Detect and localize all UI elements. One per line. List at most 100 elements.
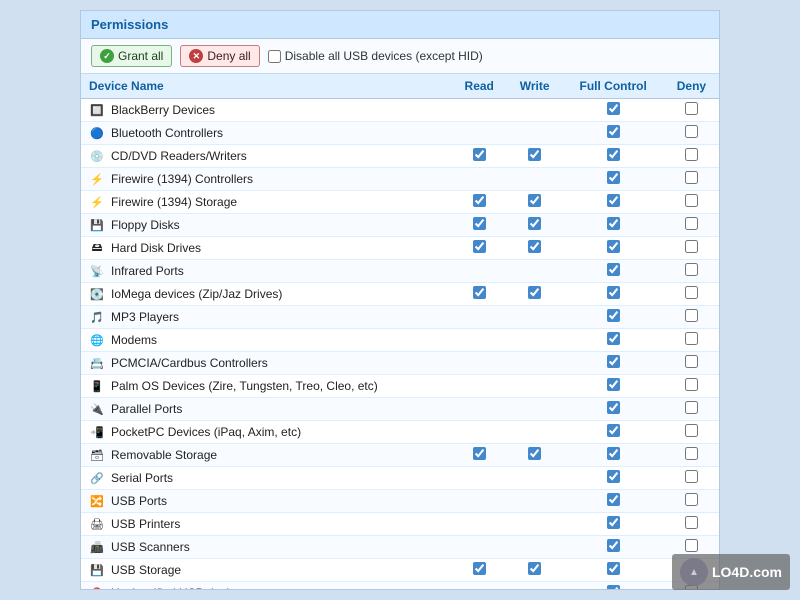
read-cell: [452, 467, 507, 490]
deny-checkbox[interactable]: [685, 171, 698, 184]
full-control-checkbox[interactable]: [607, 286, 620, 299]
device-name-cell: 🔲BlackBerry Devices: [81, 99, 452, 122]
full-control-checkbox[interactable]: [607, 585, 620, 590]
read-checkbox[interactable]: [473, 217, 486, 230]
read-cell: [452, 329, 507, 352]
full-control-cell: [562, 352, 663, 375]
device-icon: ⚡: [89, 171, 105, 187]
full-control-checkbox[interactable]: [607, 355, 620, 368]
deny-checkbox[interactable]: [685, 148, 698, 161]
disable-usb-checkbox[interactable]: [268, 50, 281, 63]
deny-checkbox[interactable]: [685, 355, 698, 368]
read-cell: [452, 421, 507, 444]
deny-checkbox[interactable]: [685, 447, 698, 460]
full-control-checkbox[interactable]: [607, 240, 620, 253]
device-name-cell: 🖴Hard Disk Drives: [81, 237, 452, 260]
deny-checkbox[interactable]: [685, 125, 698, 138]
table-row: 🔗Serial Ports: [81, 467, 719, 490]
full-control-checkbox[interactable]: [607, 516, 620, 529]
full-control-checkbox[interactable]: [607, 447, 620, 460]
table-row: 📡 Infrared Ports: [81, 260, 719, 283]
write-checkbox[interactable]: [528, 148, 541, 161]
deny-checkbox[interactable]: [685, 424, 698, 437]
read-cell: [452, 191, 507, 214]
deny-checkbox[interactable]: [685, 493, 698, 506]
table-row: 💿CD/DVD Readers/Writers: [81, 145, 719, 168]
device-name-cell: 🔌Parallel Ports: [81, 398, 452, 421]
full-control-checkbox[interactable]: [607, 332, 620, 345]
device-icon: 📱: [89, 378, 105, 394]
full-control-checkbox[interactable]: [607, 171, 620, 184]
write-checkbox[interactable]: [528, 240, 541, 253]
deny-checkbox[interactable]: [685, 102, 698, 115]
deny-checkbox[interactable]: [685, 286, 698, 299]
write-cell: [507, 375, 563, 398]
full-control-checkbox[interactable]: [607, 148, 620, 161]
table-row: 🔀USB Ports: [81, 490, 719, 513]
write-checkbox[interactable]: [528, 286, 541, 299]
read-checkbox[interactable]: [473, 286, 486, 299]
table-row: 🖴Hard Disk Drives: [81, 237, 719, 260]
device-name: Parallel Ports: [111, 402, 182, 416]
full-control-cell: [562, 122, 663, 145]
full-control-checkbox[interactable]: [607, 217, 620, 230]
table-row: 📠USB Scanners: [81, 536, 719, 559]
write-checkbox[interactable]: [528, 562, 541, 575]
write-checkbox[interactable]: [528, 194, 541, 207]
full-control-checkbox[interactable]: [607, 493, 620, 506]
deny-checkbox[interactable]: [685, 194, 698, 207]
device-name: Infrared Ports: [111, 264, 184, 278]
panel-title: Permissions: [81, 11, 719, 39]
full-control-checkbox[interactable]: [607, 194, 620, 207]
read-checkbox[interactable]: [473, 194, 486, 207]
deny-checkbox[interactable]: [685, 470, 698, 483]
full-control-cell: [562, 237, 663, 260]
write-checkbox[interactable]: [528, 217, 541, 230]
deny-checkbox[interactable]: [685, 263, 698, 276]
deny-checkbox[interactable]: [685, 240, 698, 253]
full-control-checkbox[interactable]: [607, 424, 620, 437]
full-control-checkbox[interactable]: [607, 562, 620, 575]
table-row: 🔌Parallel Ports: [81, 398, 719, 421]
device-name: Firewire (1394) Storage: [111, 195, 237, 209]
deny-all-button[interactable]: ✕ Deny all: [180, 45, 259, 67]
full-control-cell: [562, 191, 663, 214]
disable-usb-label[interactable]: Disable all USB devices (except HID): [268, 49, 483, 63]
full-control-checkbox[interactable]: [607, 470, 620, 483]
full-control-checkbox[interactable]: [607, 378, 620, 391]
full-control-checkbox[interactable]: [607, 263, 620, 276]
deny-checkbox[interactable]: [685, 516, 698, 529]
table-row: 🖨USB Printers: [81, 513, 719, 536]
col-device-name: Device Name: [81, 74, 452, 99]
write-checkbox[interactable]: [528, 447, 541, 460]
write-cell: [507, 329, 563, 352]
device-name-cell: 🗃Removable Storage: [81, 444, 452, 467]
device-icon: 📡: [89, 263, 105, 279]
device-name-cell: 💿CD/DVD Readers/Writers: [81, 145, 452, 168]
device-name-cell: ⚡Firewire (1394) Storage: [81, 191, 452, 214]
deny-cell: [664, 99, 719, 122]
full-control-checkbox[interactable]: [607, 125, 620, 138]
device-icon: 📲: [89, 424, 105, 440]
deny-cell: [664, 467, 719, 490]
deny-checkbox[interactable]: [685, 332, 698, 345]
full-control-checkbox[interactable]: [607, 401, 620, 414]
full-control-checkbox[interactable]: [607, 102, 620, 115]
deny-checkbox[interactable]: [685, 539, 698, 552]
grant-all-button[interactable]: ✓ Grant all: [91, 45, 172, 67]
read-checkbox[interactable]: [473, 447, 486, 460]
read-checkbox[interactable]: [473, 562, 486, 575]
device-icon: 🖴: [89, 240, 105, 256]
read-checkbox[interactable]: [473, 240, 486, 253]
write-cell: [507, 559, 563, 582]
write-cell: [507, 352, 563, 375]
deny-checkbox[interactable]: [685, 309, 698, 322]
device-name-cell: 🔀USB Ports: [81, 490, 452, 513]
deny-checkbox[interactable]: [685, 378, 698, 391]
table-row: 📲PocketPC Devices (iPaq, Axim, etc): [81, 421, 719, 444]
deny-checkbox[interactable]: [685, 217, 698, 230]
deny-checkbox[interactable]: [685, 401, 698, 414]
full-control-checkbox[interactable]: [607, 539, 620, 552]
full-control-checkbox[interactable]: [607, 309, 620, 322]
read-checkbox[interactable]: [473, 148, 486, 161]
